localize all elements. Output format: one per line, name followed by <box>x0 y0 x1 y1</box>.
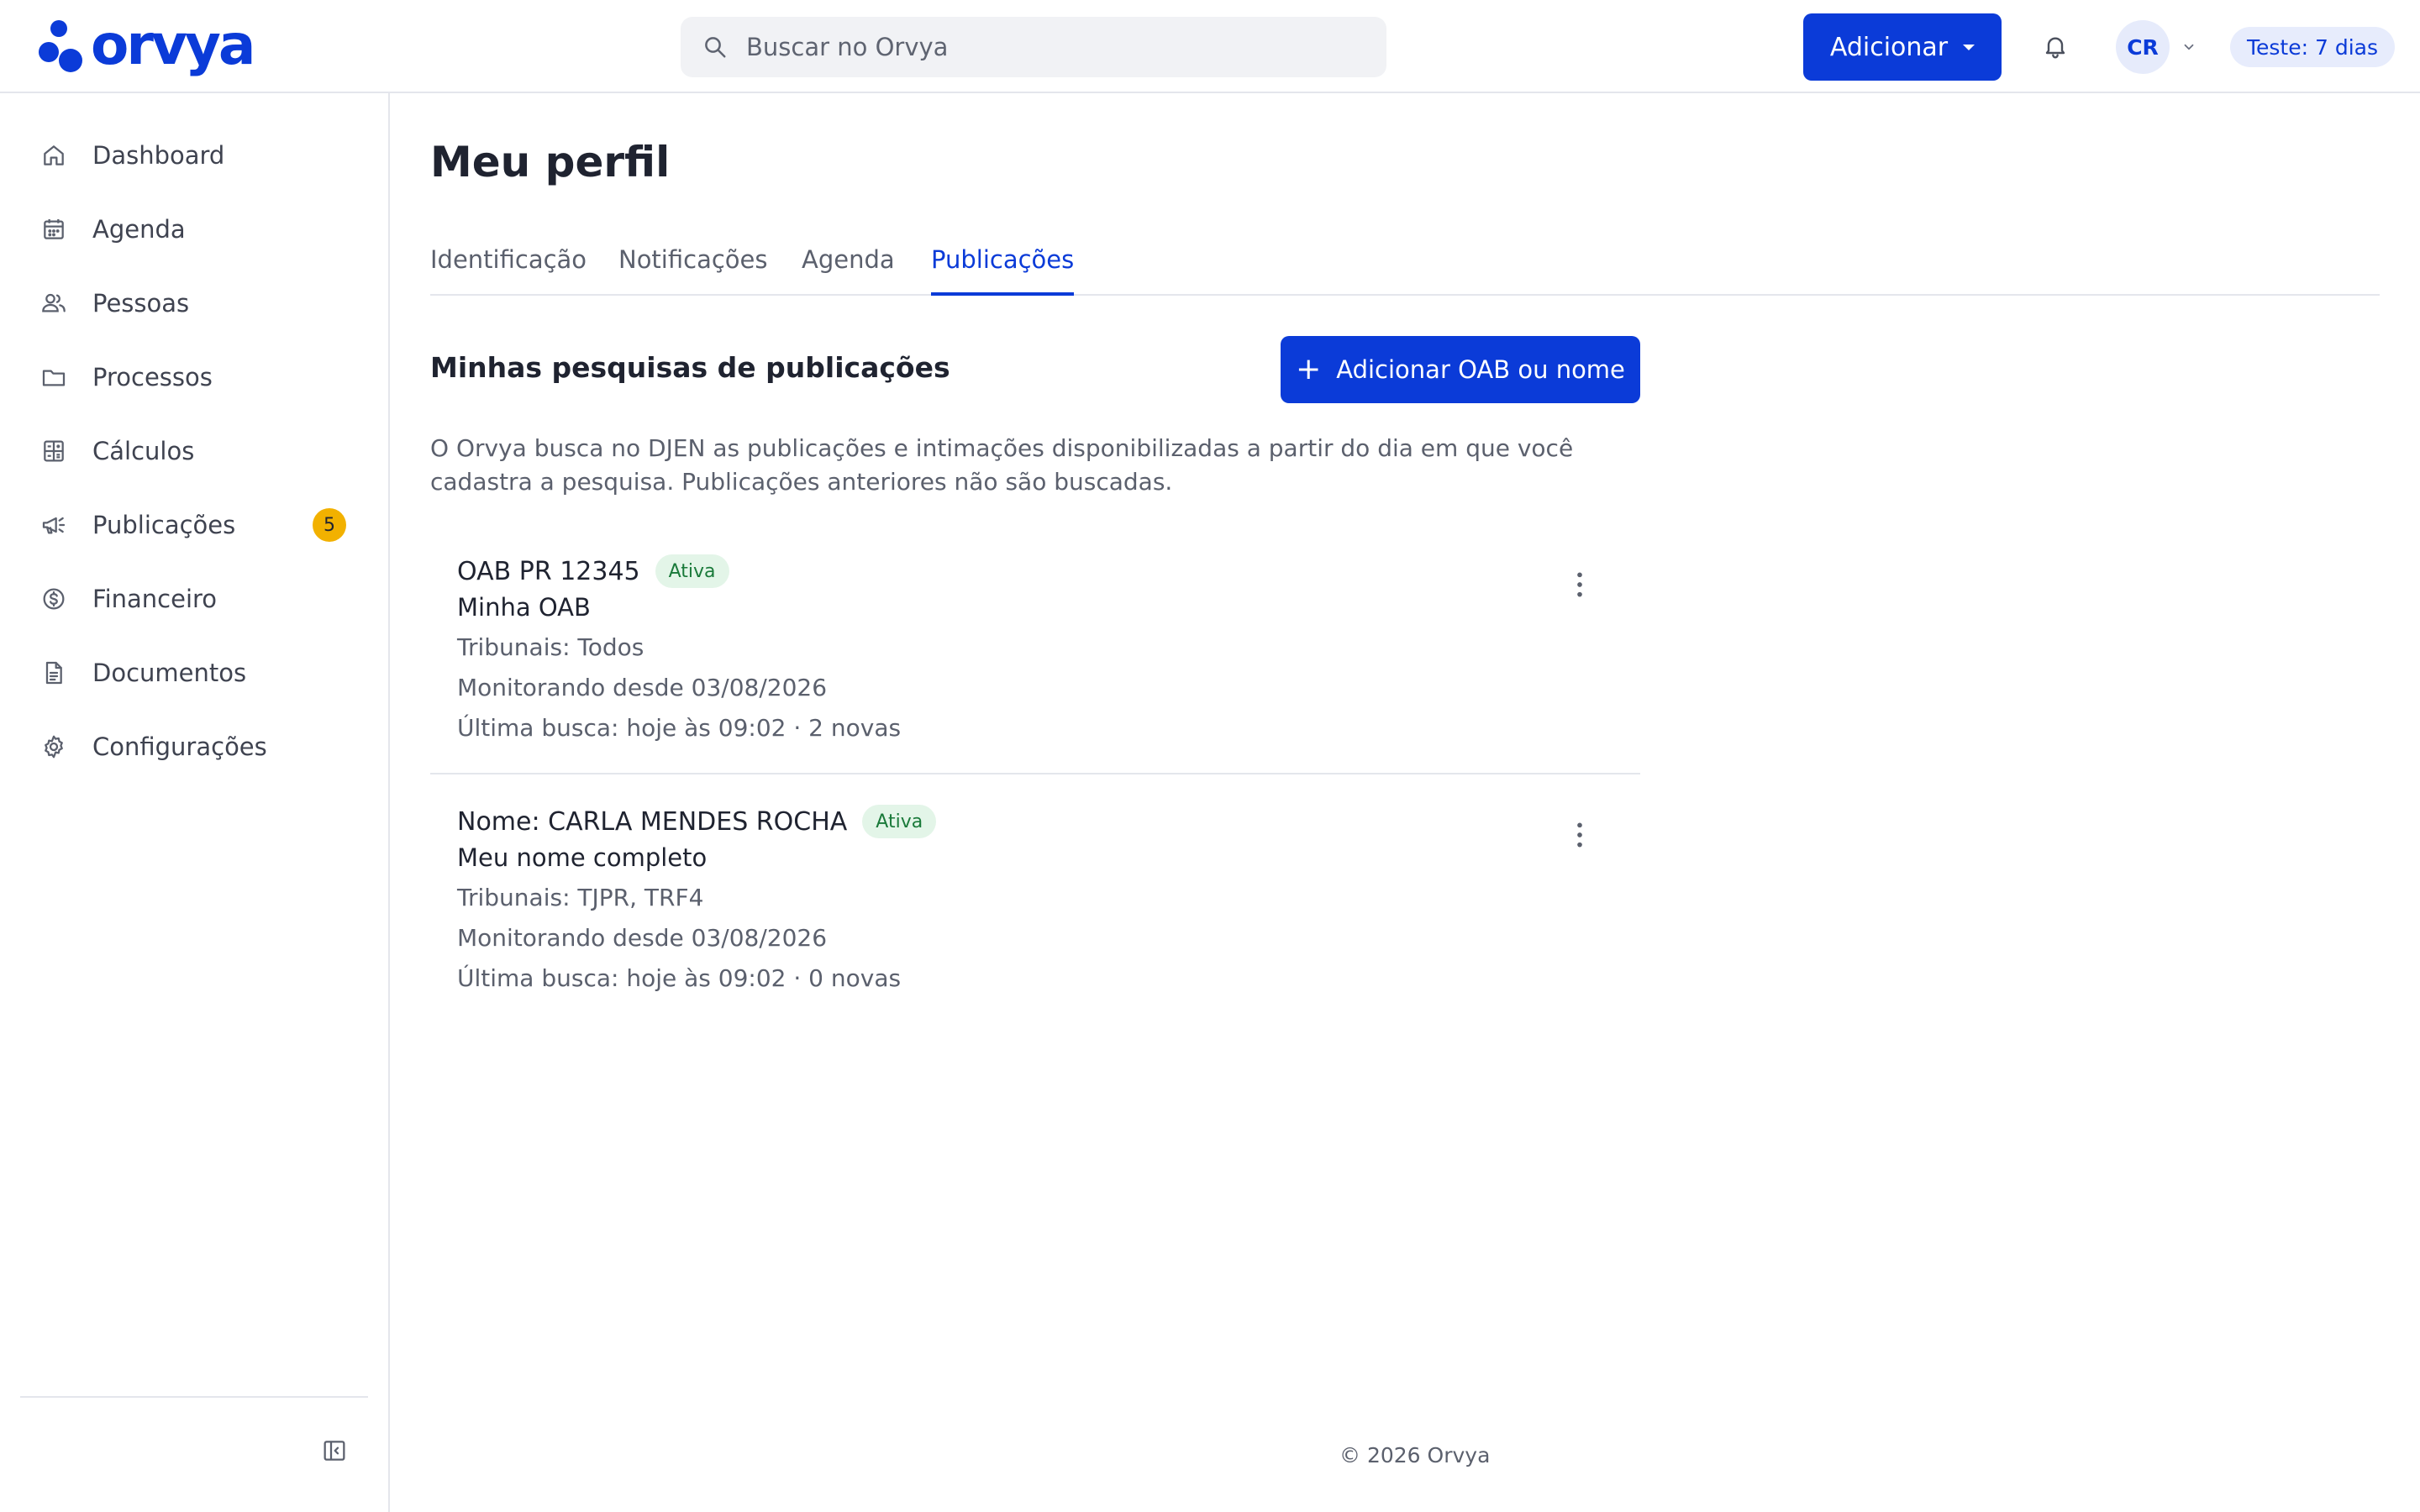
plus-icon: + <box>1296 352 1322 386</box>
page-title: Meu perfil <box>430 138 671 186</box>
sidebar-item-documentos[interactable]: Documentos <box>20 646 370 700</box>
orvya-logo[interactable]: orvya <box>39 13 255 77</box>
footer-copyright: © 2026 Orvya <box>1339 1443 1491 1467</box>
section-title: Minhas pesquisas de publicações <box>430 351 950 384</box>
add-oab-or-name-label: Adicionar OAB ou nome <box>1336 355 1625 384</box>
sidebar-item-dashboard[interactable]: Dashboard <box>20 129 370 182</box>
publication-search-card: Nome: CARLA MENDES ROCHA Ativa Meu nome … <box>430 796 1640 1023</box>
sidebar-item-label: Agenda <box>92 215 186 244</box>
sidebar-item-label: Publicações <box>92 511 236 539</box>
home-icon <box>44 145 64 165</box>
tab-publicacoes[interactable]: Publicações <box>931 245 1075 296</box>
search-label: Meu nome completo <box>457 843 708 872</box>
kebab-menu-icon[interactable] <box>1570 568 1590 601</box>
document-icon <box>45 661 62 685</box>
sidebar-divider <box>20 1396 368 1398</box>
sidebar-item-calculos[interactable]: Cálculos <box>20 424 370 478</box>
logo-mark-icon <box>39 18 86 72</box>
section-description: O Orvya busca no DJEN as publicações e i… <box>430 434 1574 496</box>
search-last-run: Última busca: hoje às 09:02 · 0 novas <box>457 964 902 992</box>
user-menu[interactable]: CR <box>2116 20 2196 74</box>
caret-down-icon <box>1963 44 1975 50</box>
search-input[interactable] <box>746 33 1334 61</box>
sidebar-item-configuracoes[interactable]: Configurações <box>20 720 370 774</box>
search-title-row: OAB PR 12345 Ativa <box>457 554 729 588</box>
sidebar-item-label: Financeiro <box>92 585 218 613</box>
sidebar-item-label: Configurações <box>92 732 267 761</box>
sidebar-item-processos[interactable]: Processos <box>20 350 370 404</box>
tab-identificacao[interactable]: Identificação <box>430 245 587 296</box>
sidebar-item-publicacoes[interactable]: Publicações 5 <box>20 498 370 552</box>
calculator-icon <box>44 440 64 462</box>
people-icon <box>42 293 66 312</box>
add-button[interactable]: Adicionar <box>1803 13 2002 81</box>
sidebar-item-agenda[interactable]: Agenda <box>20 202 370 256</box>
chevron-down-icon <box>2184 44 2194 50</box>
search-label: Minha OAB <box>457 593 591 622</box>
trial-badge[interactable]: Teste: 7 dias <box>2230 27 2395 67</box>
search-monitoring-since: Monitorando desde 03/08/2026 <box>457 674 828 701</box>
search-monitoring-since: Monitorando desde 03/08/2026 <box>457 924 828 952</box>
search-icon <box>705 37 726 58</box>
avatar: CR <box>2116 20 2170 74</box>
search-courts: Tribunais: TJPR, TRF4 <box>457 884 704 911</box>
sidebar-item-label: Documentos <box>92 659 247 687</box>
sidebar-item-financeiro[interactable]: Financeiro <box>20 572 370 626</box>
bell-icon[interactable] <box>2042 30 2069 62</box>
sidebar: Dashboard Agenda Pessoas Processos Cálcu… <box>0 93 390 1512</box>
megaphone-icon <box>42 517 66 534</box>
search-courts: Tribunais: Todos <box>457 633 644 661</box>
sidebar-item-label: Cálculos <box>92 437 195 465</box>
tab-agenda[interactable]: Agenda <box>802 245 895 296</box>
folder-icon <box>42 370 66 386</box>
sidebar-item-label: Pessoas <box>92 289 190 318</box>
sidebar-item-pessoas[interactable]: Pessoas <box>20 276 370 330</box>
profile-tabs: Identificação Notificações Agenda Public… <box>430 235 2380 296</box>
search-title: OAB PR 12345 <box>457 556 640 586</box>
search-title: Nome: CARLA MENDES ROCHA <box>457 806 848 837</box>
sidebar-item-label: Dashboard <box>92 141 225 170</box>
add-button-label: Adicionar <box>1829 32 1949 62</box>
kebab-menu-icon[interactable] <box>1570 818 1590 852</box>
logo-text: orvya <box>91 13 255 77</box>
publication-search-card: OAB PR 12345 Ativa Minha OAB Tribunais: … <box>430 546 1640 773</box>
top-bar: orvya Adicionar CR Teste: 7 dias <box>0 0 2420 93</box>
card-divider <box>430 773 1640 774</box>
search-title-row: Nome: CARLA MENDES ROCHA Ativa <box>457 805 937 838</box>
status-badge: Ativa <box>655 554 729 588</box>
search-last-run: Última busca: hoje às 09:02 · 2 novas <box>457 714 902 742</box>
collapse-sidebar-icon[interactable] <box>321 1437 348 1464</box>
notification-count-badge: 5 <box>313 508 346 542</box>
search-bar[interactable] <box>681 17 1386 77</box>
add-oab-or-name-button[interactable]: + Adicionar OAB ou nome <box>1281 336 1640 403</box>
dollar-icon <box>43 588 65 610</box>
status-badge: Ativa <box>862 805 937 838</box>
gear-icon <box>45 735 63 759</box>
tab-notificacoes[interactable]: Notificações <box>618 245 767 296</box>
sidebar-item-label: Processos <box>92 363 213 391</box>
calendar-icon <box>44 219 64 239</box>
